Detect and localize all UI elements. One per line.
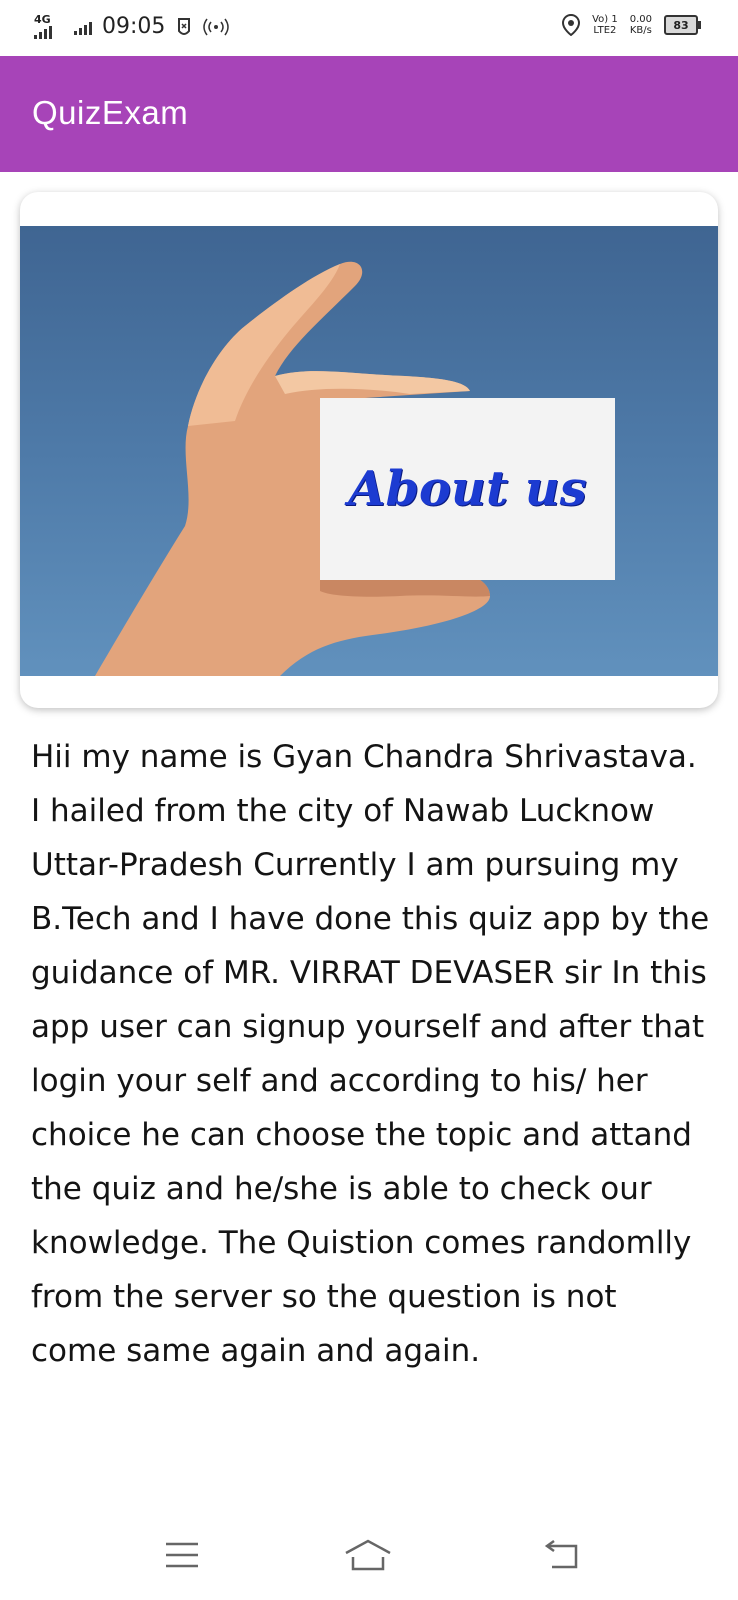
hotspot-icon <box>203 18 230 35</box>
status-right: Vo) 1 LTE2 0.00 KB/s 83 <box>562 14 701 36</box>
menu-icon <box>166 1542 198 1568</box>
about-us-sign-text: About us <box>348 461 587 517</box>
volte-bottom: LTE2 <box>593 25 617 36</box>
location-icon <box>562 14 581 36</box>
home-icon <box>345 1539 391 1571</box>
app-bar: QuizExam <box>0 56 738 172</box>
menu-button[interactable] <box>152 1530 212 1580</box>
volte-indicator: Vo) 1 LTE2 <box>592 14 618 36</box>
about-us-sign: About us <box>320 398 615 580</box>
back-button[interactable] <box>532 1530 592 1580</box>
system-nav-bar <box>0 1510 738 1600</box>
about-us-banner-image: About us <box>20 226 718 676</box>
volte-top: Vo) 1 <box>592 14 618 25</box>
notification-icon <box>178 17 191 35</box>
battery-icon: 83 <box>664 15 701 35</box>
about-description: Hii my name is Gyan Chandra Shrivastava.… <box>31 739 710 1369</box>
status-left: 4G 09:05 <box>34 14 230 39</box>
about-card: About us <box>20 192 718 708</box>
app-title: QuizExam <box>32 94 189 131</box>
home-button[interactable] <box>338 1530 398 1580</box>
status-bar: 4G 09:05 Vo) 1 LTE2 0.00 KB/s 83 <box>0 0 738 56</box>
speed-unit: KB/s <box>629 25 652 36</box>
back-icon <box>544 1539 578 1569</box>
network-4g-icon: 4G <box>34 14 64 39</box>
battery-level: 83 <box>673 18 689 32</box>
speed-value: 0.00 <box>629 14 652 25</box>
data-speed: 0.00 KB/s <box>630 14 652 36</box>
signal-icon <box>74 19 92 35</box>
status-time: 09:05 <box>102 14 166 39</box>
